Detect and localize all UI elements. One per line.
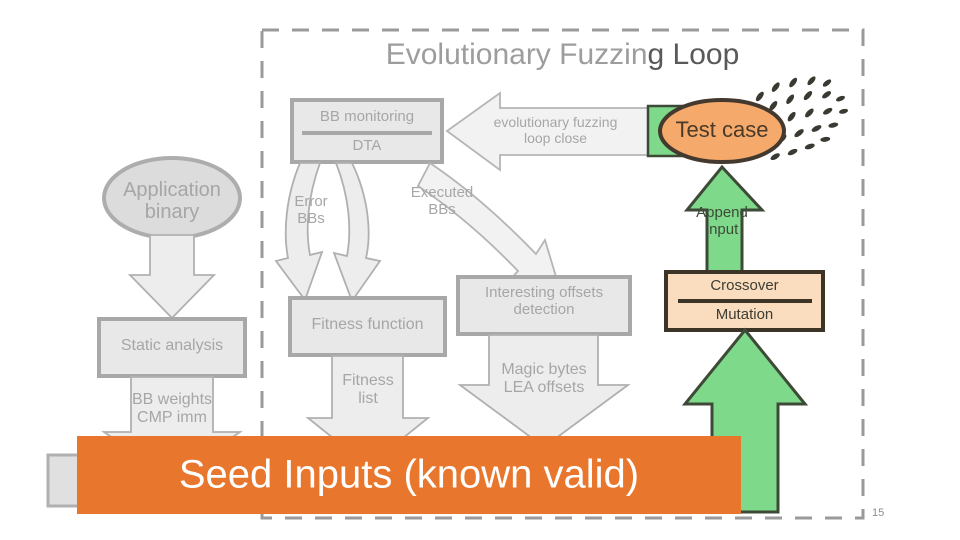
static-analysis-shape (97, 317, 247, 378)
executed-bbs-arrow (332, 162, 382, 303)
page-number: 15 (872, 507, 885, 519)
seed-inputs-banner-label: Seed Inputs (known valid) (178, 452, 640, 497)
fitness-function-shape (288, 296, 447, 357)
seed-inputs-banner: Seed Inputs (known valid) (77, 436, 741, 514)
interesting-offsets-shape (456, 275, 632, 336)
append-input-arrow (683, 164, 766, 275)
magic-bytes-arrow (457, 334, 631, 449)
app-binary-to-static-arrow (127, 234, 217, 320)
test-case-shape (658, 98, 786, 164)
to-interesting-offsets-arrow (416, 161, 562, 292)
slide-canvas: .gfill{fill:#e8e8e8;stroke:#a8a8a8;strok… (0, 0, 960, 540)
loop-close-arrow (445, 91, 658, 172)
error-bbs-arrow (274, 162, 324, 302)
application-binary-shape (102, 156, 242, 240)
